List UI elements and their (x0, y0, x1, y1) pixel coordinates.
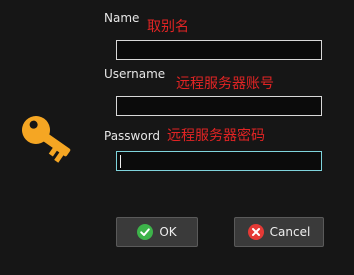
check-circle-icon (137, 224, 154, 240)
ok-button-label: OK (159, 225, 177, 239)
password-label: Password (104, 129, 161, 143)
key-icon (22, 116, 71, 163)
name-label: Name (104, 11, 140, 25)
name-annotation: 取别名 (147, 19, 189, 35)
username-annotation: 远程服务器账号 (176, 76, 274, 92)
text-caret (120, 155, 121, 168)
username-label: Username (104, 67, 166, 81)
password-input[interactable] (116, 151, 322, 171)
name-input[interactable] (116, 40, 322, 60)
username-input[interactable] (116, 96, 322, 116)
x-circle-icon (247, 224, 264, 240)
cancel-button-label: Cancel (269, 225, 311, 239)
credentials-dialog: Name 取别名 Username 远程服务器账号 Password 远程服务器… (0, 0, 354, 275)
password-annotation: 远程服务器密码 (167, 128, 265, 144)
cancel-button[interactable]: Cancel (234, 217, 324, 247)
ok-button[interactable]: OK (116, 217, 198, 247)
